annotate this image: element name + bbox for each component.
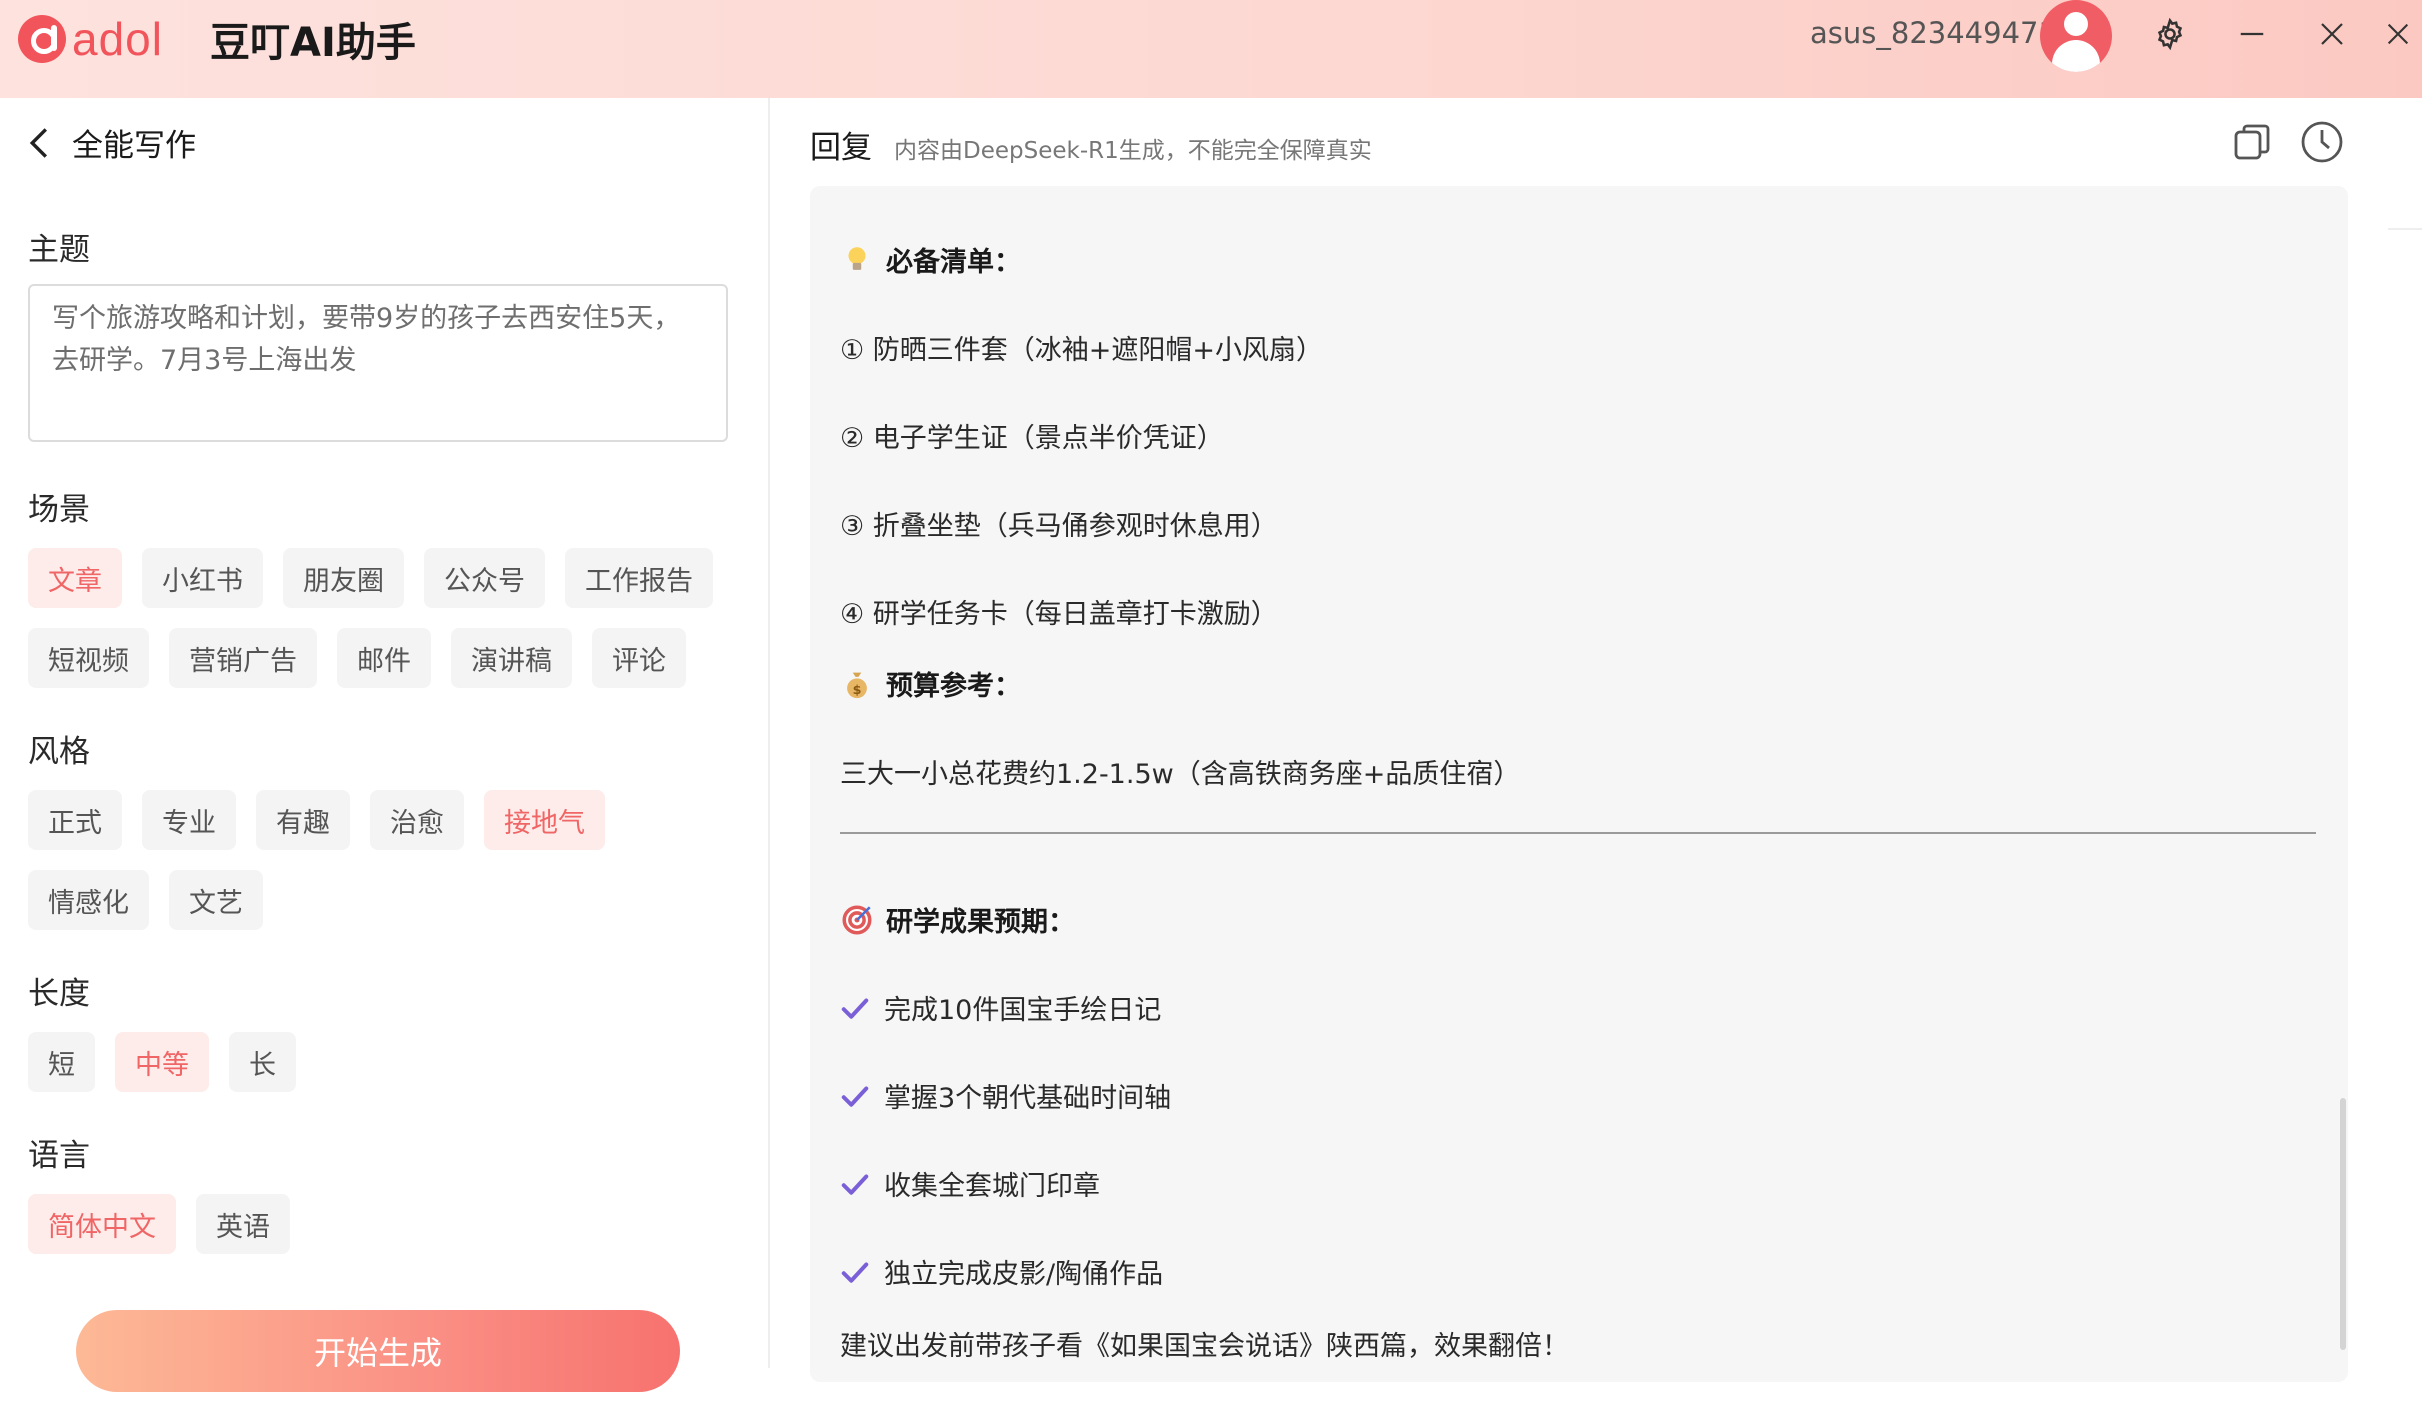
style-chip-healing[interactable]: 治愈 xyxy=(370,790,464,850)
lightbulb-icon xyxy=(840,243,874,277)
reply-title: 回复 xyxy=(810,130,872,166)
app-title: 豆叮AI助手 xyxy=(210,20,416,66)
outer-close-icon[interactable] xyxy=(2378,14,2418,54)
edge-line xyxy=(2388,228,2422,230)
style-row-1: 正式 专业 有趣 治愈 接地气 xyxy=(28,790,605,850)
style-chip-formal[interactable]: 正式 xyxy=(28,790,122,850)
checklist-item: ② 电子学生证（景点半价凭证） xyxy=(840,423,1224,454)
length-row: 短 中等 长 xyxy=(28,1032,296,1092)
scene-chip-article[interactable]: 文章 xyxy=(28,548,122,608)
outcome-text: 掌握3个朝代基础时间轴 xyxy=(884,1083,1172,1114)
budget-text: 三大一小总花费约1.2-1.5w（含高铁商务座+品质住宿） xyxy=(840,759,1521,790)
scene-chip-official-account[interactable]: 公众号 xyxy=(424,548,545,608)
scene-label: 场景 xyxy=(28,492,90,528)
check-icon xyxy=(841,1174,869,1195)
back-chevron-icon[interactable] xyxy=(28,126,50,160)
style-chip-fun[interactable]: 有趣 xyxy=(256,790,350,850)
outcome-heading: 研学成果预期： xyxy=(840,900,1075,939)
style-chip-down-to-earth[interactable]: 接地气 xyxy=(484,790,605,850)
check-icon xyxy=(841,998,869,1019)
scene-row-1: 文章 小红书 朋友圈 公众号 工作报告 xyxy=(28,548,713,608)
scene-row-2: 短视频 营销广告 邮件 演讲稿 评论 xyxy=(28,628,686,688)
generate-button[interactable]: 开始生成 xyxy=(76,1310,680,1392)
outcome-title: 研学成果预期： xyxy=(886,907,1075,938)
language-label: 语言 xyxy=(28,1138,90,1174)
gear-icon[interactable] xyxy=(2150,14,2190,54)
outcome-text: 完成10件国宝手绘日记 xyxy=(884,995,1162,1026)
topic-input[interactable] xyxy=(28,284,728,442)
checklist-item: ④ 研学任务卡（每日盖章打卡激励） xyxy=(840,599,1278,630)
checklist-title: 必备清单： xyxy=(886,247,1021,278)
outcome-item: 完成10件国宝手绘日记 xyxy=(840,988,1161,1027)
left-panel: 全能写作 主题 场景 文章 小红书 朋友圈 公众号 工作报告 短视频 营销广告 … xyxy=(0,98,768,1416)
scene-chip-email[interactable]: 邮件 xyxy=(337,628,431,688)
content-divider xyxy=(840,832,2316,834)
length-chip-medium[interactable]: 中等 xyxy=(115,1032,209,1092)
topic-label: 主题 xyxy=(28,232,90,268)
scene-chip-comment[interactable]: 评论 xyxy=(592,628,686,688)
minimize-icon[interactable] xyxy=(2232,14,2272,54)
length-chip-short[interactable]: 短 xyxy=(28,1032,95,1092)
language-chip-simplified-chinese[interactable]: 简体中文 xyxy=(28,1194,176,1254)
style-label: 风格 xyxy=(28,734,90,770)
scene-chip-moments[interactable]: 朋友圈 xyxy=(283,548,404,608)
outcome-text: 独立完成皮影/陶俑作品 xyxy=(884,1259,1164,1290)
closing-text: 建议出发前带孩子看《如果国宝会说话》陕西篇，效果翻倍！ xyxy=(840,1331,1569,1362)
username[interactable]: asus_823449471 xyxy=(1810,16,2057,50)
money-bag-icon: $ xyxy=(840,667,874,701)
check-icon xyxy=(841,1086,869,1107)
page-title: 全能写作 xyxy=(72,128,196,164)
check-icon xyxy=(841,1262,869,1283)
outcome-item: 收集全套城门印章 xyxy=(840,1164,1100,1203)
budget-heading: $ 预算参考： xyxy=(840,664,1021,703)
content-scrollbar[interactable] xyxy=(2340,1098,2346,1350)
logo-text: adol xyxy=(72,13,163,65)
svg-text:$: $ xyxy=(853,682,862,697)
reply-content: 必备清单： ① 防晒三件套（冰袖+遮阳帽+小风扇） ② 电子学生证（景点半价凭证… xyxy=(810,186,2348,1382)
scene-chip-speech[interactable]: 演讲稿 xyxy=(451,628,572,688)
panel-divider xyxy=(768,98,770,1368)
scene-chip-marketing-ad[interactable]: 营销广告 xyxy=(169,628,317,688)
checklist-item: ① 防晒三件套（冰袖+遮阳帽+小风扇） xyxy=(840,335,1324,366)
back-row: 全能写作 xyxy=(28,120,196,165)
language-chip-english[interactable]: 英语 xyxy=(196,1194,290,1254)
outcome-text: 收集全套城门印章 xyxy=(884,1171,1100,1202)
budget-title: 预算参考： xyxy=(886,671,1021,702)
title-bar: adol 豆叮AI助手 asus_823449471 xyxy=(0,0,2422,98)
scene-chip-work-report[interactable]: 工作报告 xyxy=(565,548,713,608)
outcome-item: 独立完成皮影/陶俑作品 xyxy=(840,1252,1163,1291)
reply-disclaimer: 内容由DeepSeek-R1生成，不能完全保障真实 xyxy=(894,138,1372,164)
checklist-item: ③ 折叠坐垫（兵马俑参观时休息用） xyxy=(840,511,1278,542)
avatar[interactable] xyxy=(2040,0,2112,72)
close-icon[interactable] xyxy=(2312,14,2352,54)
length-chip-long[interactable]: 长 xyxy=(229,1032,296,1092)
app-logo: adol xyxy=(18,12,163,66)
copy-icon[interactable] xyxy=(2228,118,2276,166)
logo-mark-icon xyxy=(18,15,66,63)
style-chip-literary[interactable]: 文艺 xyxy=(169,870,263,930)
checklist-heading: 必备清单： xyxy=(840,240,1021,279)
history-clock-icon[interactable] xyxy=(2298,118,2346,166)
target-icon xyxy=(840,903,874,937)
scene-chip-xiaohongshu[interactable]: 小红书 xyxy=(142,548,263,608)
scene-chip-short-video[interactable]: 短视频 xyxy=(28,628,149,688)
style-row-2: 情感化 文艺 xyxy=(28,870,263,930)
language-row: 简体中文 英语 xyxy=(28,1194,290,1254)
style-chip-professional[interactable]: 专业 xyxy=(142,790,236,850)
length-label: 长度 xyxy=(28,976,90,1012)
style-chip-emotional[interactable]: 情感化 xyxy=(28,870,149,930)
reply-header: 回复 内容由DeepSeek-R1生成，不能完全保障真实 xyxy=(810,122,1372,167)
outcome-item: 掌握3个朝代基础时间轴 xyxy=(840,1076,1171,1115)
